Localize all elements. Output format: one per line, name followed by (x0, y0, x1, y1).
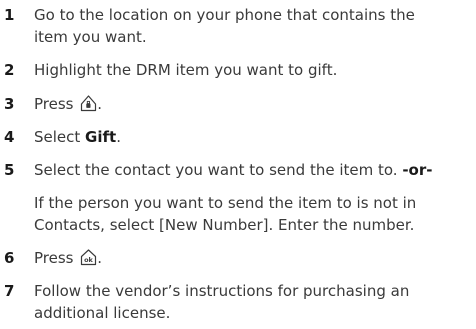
step-text-before: Press (34, 249, 74, 267)
instruction-steps: 1 Go to the location on your phone that … (0, 0, 476, 329)
step-text: Highlight the DRM item you want to gift. (34, 61, 338, 79)
step-number: 6 (4, 249, 15, 267)
step-number: 2 (4, 61, 15, 79)
step-number: 1 (4, 6, 15, 24)
step-text-after: . (97, 249, 103, 267)
step-text: Contacts, select [New Number]. Enter the… (34, 216, 415, 234)
ok-key-icon: ok (80, 249, 97, 266)
step-number: 4 (4, 128, 15, 146)
svg-text:ok: ok (84, 256, 93, 264)
step-text-after: . (116, 128, 121, 146)
step-text: Go to the location on your phone that co… (34, 6, 415, 24)
step-number: 5 (4, 161, 15, 179)
step-bold-text: Gift (85, 128, 117, 146)
step-text-after: . (97, 95, 103, 113)
menu-key-icon (80, 95, 97, 112)
step-text-before: Select (34, 128, 86, 146)
step-text: If the person you want to send the item … (34, 194, 417, 212)
step-number: 7 (4, 282, 15, 300)
step-number: 3 (4, 95, 15, 113)
step-text: Press ok . (34, 249, 102, 267)
step-text: Follow the vendor’s instructions for pur… (34, 282, 410, 300)
step-text: item you want. (34, 28, 147, 46)
step-text: additional license. (34, 304, 171, 322)
step-text-before: Press (34, 95, 74, 113)
step-text: Select the contact you want to send the … (34, 161, 432, 179)
step-text: Press . (34, 95, 102, 113)
step-bold-text: -or- (402, 161, 433, 179)
step-text-before: Select the contact you want to send the … (34, 161, 403, 179)
step-text: Select Gift. (34, 128, 121, 146)
